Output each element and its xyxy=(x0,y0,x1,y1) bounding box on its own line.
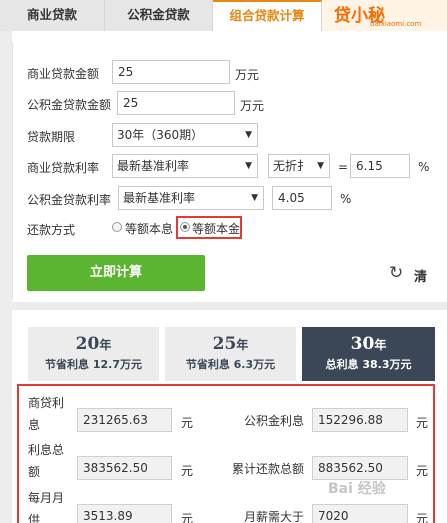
commercial-rate-unit: % xyxy=(418,160,430,174)
unit-yuan: 元 xyxy=(416,512,429,523)
term-years: 25 xyxy=(212,334,237,354)
radio-equal-principal[interactable] xyxy=(180,222,190,232)
term-years: 20 xyxy=(75,334,100,354)
radio-equal-installment[interactable] xyxy=(112,222,122,232)
chevron-down-icon: ▼ xyxy=(245,130,252,140)
term-years-unit: 年 xyxy=(236,338,249,352)
commercial-rate-label: 商业贷款利率 xyxy=(27,161,100,175)
equal-installment-label[interactable]: 等额本息 xyxy=(125,220,173,237)
term-years: 30 xyxy=(350,334,375,354)
monthly-payment-label: 每月月 供 xyxy=(28,488,64,523)
commercial-rate-input[interactable]: 6.15 xyxy=(350,154,410,178)
tab-fund-loan[interactable]: 公积金贷款 xyxy=(105,0,213,31)
fund-amount-unit: 万元 xyxy=(240,99,265,113)
logo-subtext: daixiaomi.com xyxy=(370,20,422,28)
unit-yuan: 元 xyxy=(181,512,194,523)
total-interest-value: 383562.50 xyxy=(77,456,172,480)
label-line: 利息总 xyxy=(28,443,65,457)
label-line: 额 xyxy=(28,465,41,479)
fund-rate-unit: % xyxy=(340,192,352,206)
equals-sign: = xyxy=(338,160,349,174)
section-divider xyxy=(12,302,447,310)
label-line: 商贷利 xyxy=(28,396,65,410)
unit-yuan: 元 xyxy=(181,416,194,430)
label-line: 供 xyxy=(28,513,41,523)
fund-interest-label: 公积金利息 xyxy=(244,414,305,428)
chevron-down-icon: ▼ xyxy=(245,161,252,171)
label-line: 息 xyxy=(28,418,41,432)
watermark: Bai 经验 xyxy=(328,481,386,497)
term-card-20[interactable]: 20年 节省利息 12.7万元 xyxy=(28,327,159,381)
unit-yuan: 元 xyxy=(181,464,194,478)
commercial-rate-type-value: 最新基准利率 xyxy=(117,159,190,173)
commercial-interest-label: 商贷利 息 xyxy=(28,393,64,435)
unit-yuan: 元 xyxy=(416,464,429,478)
commercial-amount-label: 商业贷款金额 xyxy=(27,67,100,81)
fund-amount-label: 公积金贷款金额 xyxy=(27,98,112,112)
fund-amount-input[interactable]: 25 xyxy=(117,91,235,115)
discount-value: 无折扌 xyxy=(273,159,310,173)
term-card-25[interactable]: 25年 节省利息 6.3万元 xyxy=(165,327,296,381)
term-summary: 总利息 38.3万元 xyxy=(325,358,412,371)
total-repay-value: 883562.50 xyxy=(312,456,408,480)
commercial-amount-input[interactable]: 25 xyxy=(112,60,230,84)
fund-rate-type-value: 最新基准利率 xyxy=(123,191,196,205)
left-gutter xyxy=(0,31,12,523)
commercial-rate-type-select[interactable]: 最新基准利率 ▼ xyxy=(112,154,258,178)
fund-rate-type-select[interactable]: 最新基准利率 ▼ xyxy=(118,186,264,210)
term-label: 贷款期限 xyxy=(27,130,76,144)
results-panel xyxy=(17,384,435,523)
calculate-button[interactable]: 立即计算 xyxy=(27,255,205,291)
tab-combined-loan[interactable]: 组合贷款计算 xyxy=(213,0,322,31)
discount-select[interactable]: 无折扌 ▼ xyxy=(268,154,330,178)
chevron-down-icon: ▼ xyxy=(251,193,258,203)
fund-rate-input[interactable]: 4.05 xyxy=(272,186,332,210)
commercial-interest-value: 231265.63 xyxy=(77,408,172,432)
min-salary-value: 7020 xyxy=(312,504,408,523)
commercial-amount-unit: 万元 xyxy=(235,68,260,82)
refresh-icon[interactable]: ↻ xyxy=(389,264,403,282)
term-summary: 节省利息 6.3万元 xyxy=(185,358,276,371)
total-interest-label: 利息总 额 xyxy=(28,440,64,482)
chevron-down-icon: ▼ xyxy=(317,161,324,171)
tab-commercial-loan[interactable]: 商业贷款 xyxy=(0,0,105,31)
monthly-payment-value: 3513.89 xyxy=(77,504,172,523)
term-select-value: 30年（360期） xyxy=(117,128,204,142)
term-card-30[interactable]: 30年 总利息 38.3万元 xyxy=(302,327,435,381)
reset-button[interactable]: 清 xyxy=(414,266,427,285)
label-line: 每月月 xyxy=(28,491,65,505)
min-salary-label: 月薪需大于 xyxy=(244,510,305,523)
fund-rate-label: 公积金贷款利率 xyxy=(27,193,112,207)
repay-method-label: 还款方式 xyxy=(27,223,76,237)
term-years-unit: 年 xyxy=(374,338,387,352)
fund-interest-value: 152296.88 xyxy=(312,408,408,432)
term-summary: 节省利息 12.7万元 xyxy=(45,358,142,371)
unit-yuan: 元 xyxy=(416,416,429,430)
term-select[interactable]: 30年（360期） ▼ xyxy=(112,123,258,147)
total-repay-label: 累计还款总额 xyxy=(232,462,305,476)
term-years-unit: 年 xyxy=(99,338,112,352)
equal-principal-label[interactable]: 等额本金 xyxy=(192,220,240,237)
